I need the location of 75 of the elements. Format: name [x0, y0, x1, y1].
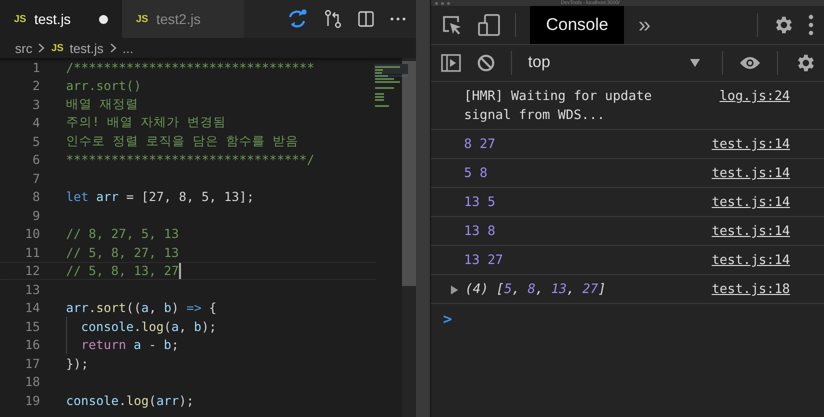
source-link[interactable]: test.js:14 [712, 164, 790, 183]
unsaved-dot-icon [99, 14, 108, 24]
editor-tab[interactable]: JS test2.js [122, 0, 244, 38]
code-line: ********************************/ [66, 152, 314, 168]
device-toolbar-icon[interactable] [477, 13, 501, 37]
line-number: 17 [24, 356, 40, 371]
code-line: return a - b; [81, 337, 179, 352]
code-line: 주의! 배열 자체가 변경됨 [66, 114, 226, 132]
line-number: 5 [31, 134, 40, 149]
log-message: 13 8 [464, 223, 496, 241]
line-number: 18 [24, 374, 40, 390]
source-link[interactable]: test.js:14 [712, 193, 790, 212]
console-prompt[interactable]: > [443, 310, 452, 328]
line-number: 3 [31, 96, 40, 112]
chevron-icon [38, 43, 46, 53]
code-line: 배열 재정렬 [66, 96, 139, 113]
source-link[interactable]: test.js:14 [712, 251, 790, 270]
chevron-icon [110, 43, 117, 53]
clear-console-icon[interactable] [477, 54, 495, 72]
line-number: 12 [24, 263, 40, 278]
eye-icon[interactable] [739, 56, 761, 70]
code-line: console.log(a, b); [81, 318, 217, 334]
expand-arrow-icon[interactable] [450, 284, 459, 294]
breadcrumb-more[interactable]: ... [122, 40, 134, 56]
text-cursor [178, 262, 181, 279]
line-number: 7 [31, 170, 40, 186]
sidebar-toggle-icon[interactable] [441, 54, 461, 72]
code-line: // 8, 27, 5, 13 [66, 226, 179, 242]
line-number: 14 [24, 300, 40, 316]
code-line: 인수로 정렬 로직을 담은 함수를 받음 [66, 132, 299, 150]
line-number: 4 [31, 115, 40, 130]
log-message: 8 27 [464, 136, 496, 154]
console-tab[interactable]: Console [530, 6, 624, 44]
code-line: arr.sort() [66, 78, 142, 94]
source-link[interactable]: test.js:14 [712, 135, 790, 154]
code-line: console.log(arr); [66, 392, 194, 408]
context-select[interactable]: top [528, 54, 706, 72]
log-message: 13 5 [464, 194, 496, 212]
line-number: 8 [31, 189, 40, 204]
line-number: 9 [31, 208, 40, 223]
editor-tab[interactable]: JS test.js [0, 0, 122, 38]
code-line: }); [66, 356, 89, 371]
breadcrumb-file[interactable]: test.js [70, 40, 104, 56]
code-line: // 5, 8, 27, 13 [66, 244, 179, 260]
line-number: 13 [24, 282, 40, 297]
scrollbar[interactable] [402, 58, 416, 417]
source-link[interactable]: test.js:14 [712, 222, 790, 241]
split-editor-icon[interactable] [358, 11, 374, 27]
breadcrumb-folder[interactable]: src [15, 40, 32, 56]
log-message: 5 8 [464, 165, 488, 183]
line-number: 6 [31, 152, 40, 168]
inspect-icon[interactable] [441, 14, 463, 36]
dropdown-arrow-icon [690, 59, 700, 67]
source-link[interactable]: log.js:24 [720, 87, 790, 106]
line-number: 16 [24, 337, 40, 352]
sync-icon[interactable] [286, 9, 308, 29]
line-number: 15 [24, 318, 40, 334]
more-tabs-button[interactable]: » [638, 12, 651, 38]
code-line: /******************************** [66, 60, 314, 75]
log-message: [HMR] Waiting for update signal from WDS... [464, 88, 653, 125]
source-link[interactable]: test.js:18 [712, 280, 790, 299]
line-number: 2 [31, 78, 40, 94]
line-number: 11 [24, 244, 40, 260]
js-label: JS [51, 42, 64, 54]
code-line: // 5, 8, 13, 27 [66, 262, 181, 279]
log-message[interactable]: (4) [5, 8, 13, 27] [465, 280, 606, 299]
more-icon[interactable] [390, 17, 406, 21]
code-line: arr.sort((a, b) => { [66, 300, 217, 316]
compare-icon[interactable] [324, 9, 342, 29]
line-number: 1 [31, 60, 40, 75]
line-number: 19 [24, 392, 40, 408]
kebab-menu-icon[interactable] [808, 14, 814, 36]
line-number: 10 [24, 226, 40, 242]
code-line: let arr = [27, 8, 5, 13]; [66, 189, 254, 204]
log-message: 13 27 [464, 252, 504, 270]
